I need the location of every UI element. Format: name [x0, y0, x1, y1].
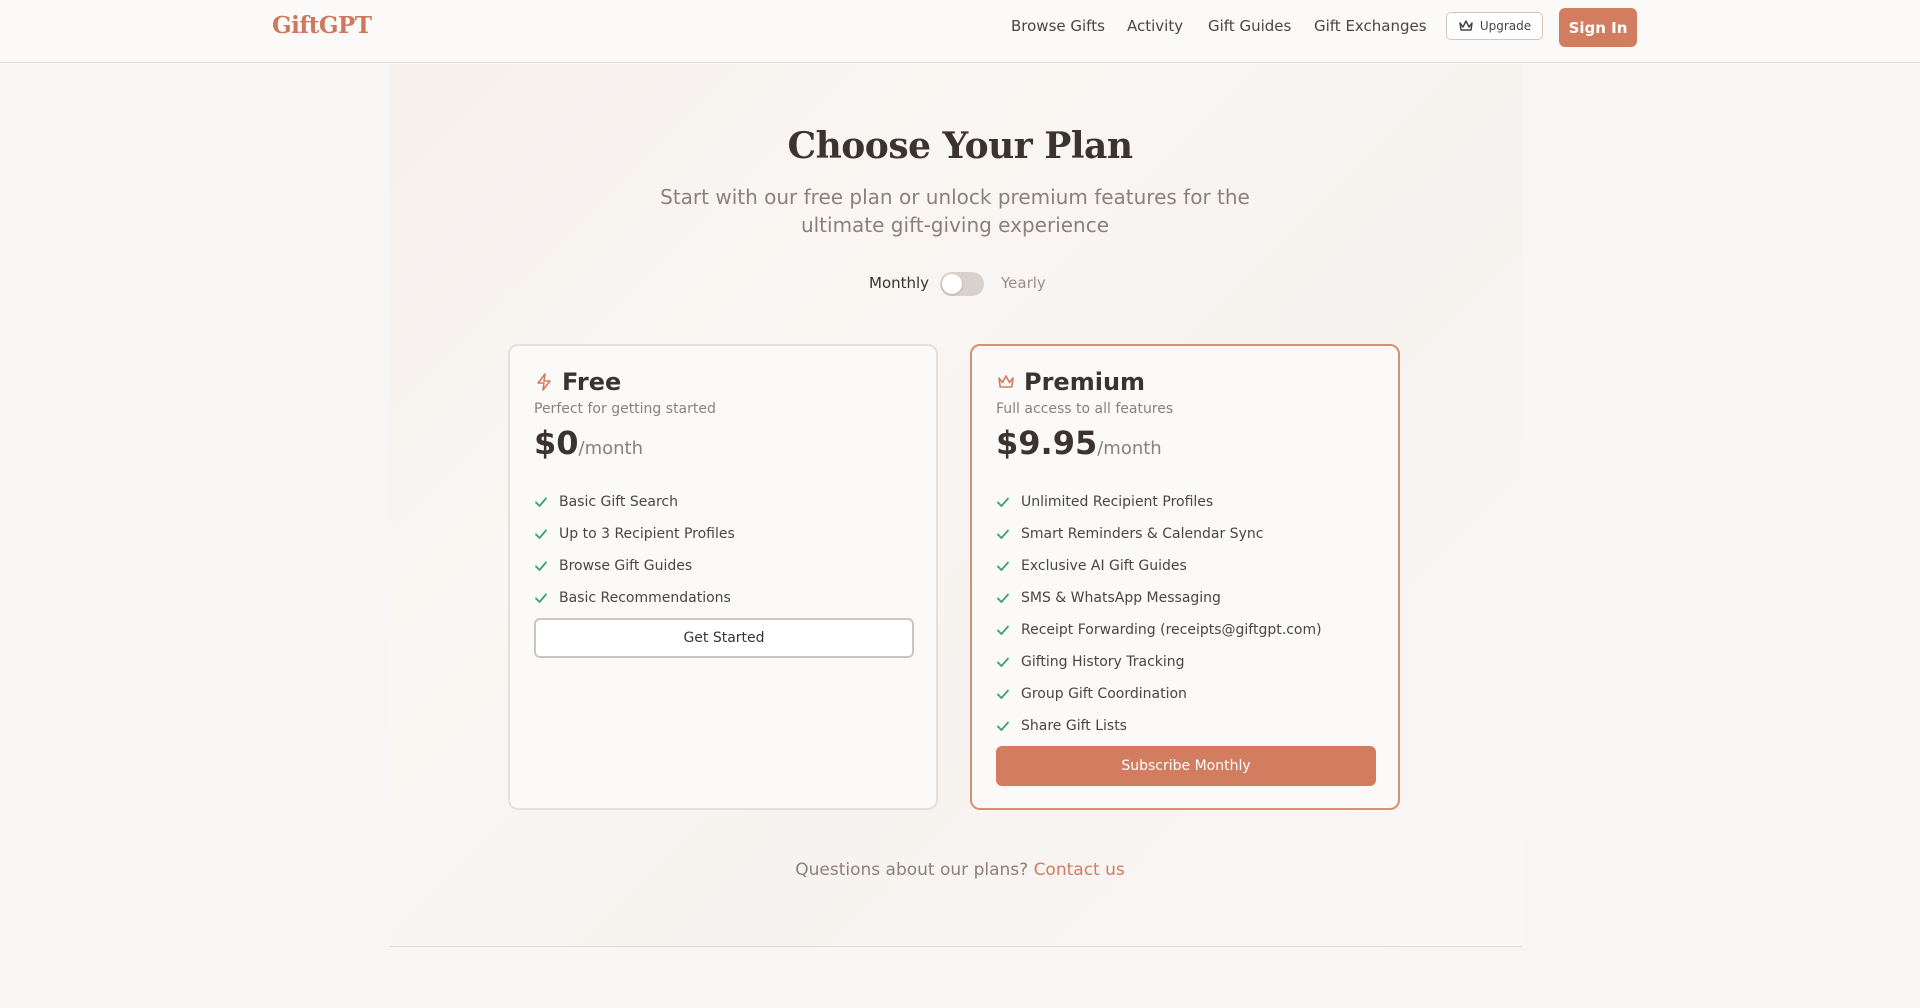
crown-icon	[998, 375, 1014, 388]
check-icon	[997, 625, 1009, 635]
check-icon	[997, 529, 1009, 539]
app-logo[interactable]: GiftGPT	[272, 12, 372, 39]
premium-price-period: /month	[1097, 438, 1162, 459]
check-icon	[997, 593, 1009, 603]
check-icon	[535, 593, 547, 603]
feature-item: Browse Gift Guides	[534, 550, 735, 582]
feature-item: Group Gift Coordination	[996, 678, 1322, 710]
page-subtitle: Start with our free plan or unlock premi…	[660, 185, 1250, 237]
sign-in-button[interactable]: Sign In	[1559, 8, 1637, 47]
feature-item: Share Gift Lists	[996, 710, 1322, 742]
free-feature-list: Basic Gift Search Up to 3 Recipient Prof…	[534, 486, 735, 614]
free-plan-price: $0/month	[534, 424, 643, 462]
free-price-period: /month	[578, 438, 644, 459]
nav-gift-guides[interactable]: Gift Guides	[1208, 17, 1291, 35]
check-icon	[535, 561, 547, 571]
feature-item: SMS & WhatsApp Messaging	[996, 582, 1322, 614]
premium-plan-card: Premium Full access to all features $9.9…	[970, 344, 1400, 810]
check-icon	[997, 561, 1009, 571]
feature-label: Smart Reminders & Calendar Sync	[1021, 526, 1264, 542]
lightning-icon	[537, 373, 551, 391]
contact-us-link[interactable]: Contact us	[1034, 860, 1125, 880]
feature-item: Basic Gift Search	[534, 486, 735, 518]
free-plan-card: Free Perfect for getting started $0/mont…	[508, 344, 938, 810]
page-title: Choose Your Plan	[787, 125, 1133, 167]
upgrade-button[interactable]: Upgrade	[1446, 12, 1543, 40]
nav-activity[interactable]: Activity	[1127, 17, 1183, 35]
premium-plan-name: Premium	[1024, 368, 1146, 396]
crown-icon	[1459, 20, 1473, 31]
nav-gift-exchanges[interactable]: Gift Exchanges	[1314, 17, 1427, 35]
feature-label: Basic Recommendations	[559, 590, 731, 606]
feature-label: Basic Gift Search	[559, 494, 678, 510]
plans-questions: Questions about our plans? Contact us	[0, 860, 1920, 880]
feature-item: Up to 3 Recipient Profiles	[534, 518, 735, 550]
top-nav-bar: GiftGPT Browse Gifts Activity Gift Guide…	[0, 0, 1920, 63]
nav-browse-gifts[interactable]: Browse Gifts	[1011, 17, 1105, 35]
check-icon	[535, 529, 547, 539]
check-icon	[535, 497, 547, 507]
premium-price-amount: $9.95	[996, 424, 1098, 462]
feature-item: Gifting History Tracking	[996, 646, 1322, 678]
feature-label: Share Gift Lists	[1021, 718, 1127, 734]
feature-item: Smart Reminders & Calendar Sync	[996, 518, 1322, 550]
free-plan-header: Free	[534, 368, 621, 396]
free-price-amount: $0	[534, 424, 579, 462]
feature-label: Browse Gift Guides	[559, 558, 693, 574]
check-icon	[997, 657, 1009, 667]
feature-item: Receipt Forwarding (receipts@giftgpt.com…	[996, 614, 1322, 646]
billing-switch[interactable]	[940, 272, 984, 296]
feature-label: SMS & WhatsApp Messaging	[1021, 590, 1221, 606]
check-icon	[997, 497, 1009, 507]
feature-item: Unlimited Recipient Profiles	[996, 486, 1322, 518]
feature-label: Group Gift Coordination	[1021, 686, 1187, 702]
premium-plan-description: Full access to all features	[996, 401, 1174, 417]
feature-label: Gifting History Tracking	[1021, 654, 1185, 670]
feature-label: Unlimited Recipient Profiles	[1021, 494, 1214, 510]
questions-text: Questions about our plans?	[795, 860, 1029, 880]
footer-divider	[389, 946, 1522, 947]
free-plan-description: Perfect for getting started	[534, 401, 716, 417]
feature-item: Basic Recommendations	[534, 582, 735, 614]
premium-plan-price: $9.95/month	[996, 424, 1162, 462]
subscribe-monthly-button[interactable]: Subscribe Monthly	[996, 746, 1376, 786]
get-started-button[interactable]: Get Started	[534, 618, 914, 658]
premium-feature-list: Unlimited Recipient Profiles Smart Remin…	[996, 486, 1322, 742]
billing-toggle: Monthly Yearly	[0, 272, 1920, 296]
feature-label: Up to 3 Recipient Profiles	[559, 526, 735, 542]
premium-plan-header: Premium	[996, 368, 1145, 396]
switch-knob	[942, 274, 962, 294]
monthly-label[interactable]: Monthly	[869, 274, 929, 292]
feature-item: Exclusive AI Gift Guides	[996, 550, 1322, 582]
check-icon	[997, 721, 1009, 731]
check-icon	[997, 689, 1009, 699]
yearly-label[interactable]: Yearly	[1001, 274, 1046, 292]
feature-label: Receipt Forwarding (receipts@giftgpt.com…	[1021, 622, 1322, 638]
free-plan-name: Free	[562, 368, 622, 396]
feature-label: Exclusive AI Gift Guides	[1021, 558, 1187, 574]
upgrade-label: Upgrade	[1479, 19, 1532, 33]
